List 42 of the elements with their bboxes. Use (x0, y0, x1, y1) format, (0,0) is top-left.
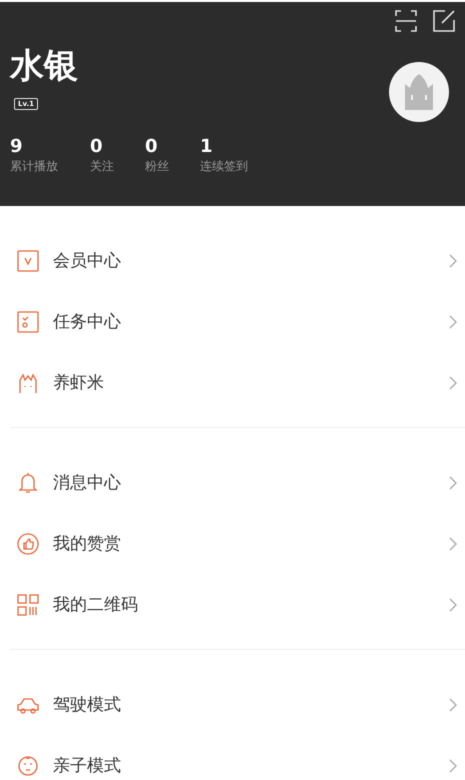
chevron-right-icon (449, 758, 457, 772)
avatar-icon[interactable] (389, 62, 449, 122)
stat-value[interactable]: 1 (200, 136, 213, 158)
menu-label: 亲子模式 (53, 755, 122, 777)
qr-code-icon (16, 592, 40, 616)
chevron-right-icon (449, 376, 457, 390)
stat-label[interactable]: 关注 (90, 158, 114, 174)
baby-face-icon (16, 754, 40, 778)
menu-item[interactable]: 消息中心 (0, 452, 465, 513)
menu-item[interactable]: 驾驶模式 (0, 674, 465, 735)
menu-item[interactable]: 我的赞赏 (0, 513, 465, 574)
bell-icon (16, 470, 40, 494)
menu-label: 养虾米 (53, 372, 105, 394)
menu-label: 驾驶模式 (53, 694, 122, 716)
menu-item[interactable]: 任务中心 (0, 291, 465, 352)
stat-label[interactable]: 累计播放 (10, 158, 58, 174)
v-box-icon (16, 248, 40, 272)
chevron-right-icon (449, 536, 457, 550)
menu-label: 会员中心 (53, 250, 122, 272)
stat-label[interactable]: 粉丝 (145, 158, 169, 174)
chevron-right-icon (449, 476, 457, 490)
checklist-icon (16, 310, 40, 334)
edit-icon[interactable] (433, 10, 455, 32)
stat-value[interactable]: 9 (10, 136, 23, 158)
stat-label[interactable]: 连续签到 (200, 158, 248, 174)
menu-label: 我的赞赏 (53, 533, 122, 555)
menu-item[interactable]: 养虾米 (0, 352, 465, 413)
thumbs-up-icon (16, 532, 40, 556)
menu-label: 我的二维码 (53, 594, 139, 616)
menu-item[interactable]: 会员中心 (0, 230, 465, 291)
menu-label: 任务中心 (53, 311, 122, 333)
stat-value[interactable]: 0 (90, 136, 103, 158)
chevron-right-icon (449, 254, 457, 268)
stat-value[interactable]: 0 (145, 136, 158, 158)
menu-item[interactable]: 亲子模式 (0, 735, 465, 780)
menu-label: 消息中心 (53, 472, 122, 494)
menu-item[interactable]: 我的二维码 (0, 574, 465, 635)
chevron-right-icon (449, 698, 457, 712)
chevron-right-icon (449, 598, 457, 612)
scan-icon[interactable] (395, 10, 417, 32)
user-name: 水银 (10, 46, 78, 86)
chevron-right-icon (449, 314, 457, 328)
